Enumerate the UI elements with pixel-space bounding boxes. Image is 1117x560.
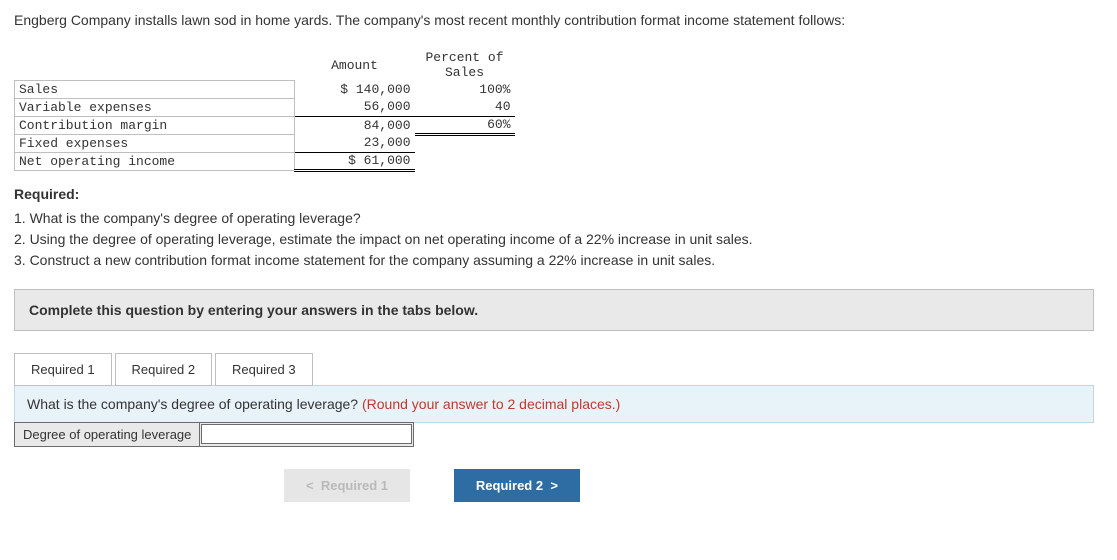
row-amount: $ 140,000 bbox=[295, 80, 415, 98]
col-header-amount: Amount bbox=[295, 50, 415, 80]
answer-row: Degree of operating leverage bbox=[14, 422, 414, 447]
row-amount: 56,000 bbox=[295, 98, 415, 116]
question-strip: What is the company's degree of operatin… bbox=[14, 385, 1094, 423]
table-row: Sales $ 140,000 100% bbox=[15, 80, 515, 98]
table-row: Contribution margin 84,000 60% bbox=[15, 116, 515, 134]
required-list: 1. What is the company's degree of opera… bbox=[14, 208, 1103, 271]
chevron-right-icon: > bbox=[550, 478, 558, 493]
row-percent bbox=[415, 152, 515, 170]
table-row: Variable expenses 56,000 40 bbox=[15, 98, 515, 116]
row-label-fixed: Fixed expenses bbox=[15, 134, 295, 152]
prev-label: Required 1 bbox=[321, 478, 388, 493]
tab-required-1[interactable]: Required 1 bbox=[14, 353, 112, 386]
table-row: Net operating income $ 61,000 bbox=[15, 152, 515, 170]
answer-label: Degree of operating leverage bbox=[15, 423, 200, 446]
row-label-cm: Contribution margin bbox=[15, 116, 295, 134]
intro-text: Engberg Company installs lawn sod in hom… bbox=[14, 12, 1103, 28]
row-amount: $ 61,000 bbox=[295, 152, 415, 170]
pager: < Required 1 Required 2 > bbox=[284, 469, 1103, 502]
required-item-2: 2. Using the degree of operating leverag… bbox=[14, 229, 1103, 250]
row-label-sales: Sales bbox=[15, 80, 295, 98]
required-item-1: 1. What is the company's degree of opera… bbox=[14, 208, 1103, 229]
prev-button[interactable]: < Required 1 bbox=[284, 469, 410, 502]
income-statement-table: Amount Percent of Sales Sales $ 140,000 … bbox=[14, 50, 515, 172]
row-label-varexp: Variable expenses bbox=[15, 98, 295, 116]
row-percent bbox=[415, 134, 515, 152]
next-button[interactable]: Required 2 > bbox=[454, 469, 580, 502]
tabs: Required 1 Required 2 Required 3 bbox=[14, 353, 1103, 386]
answer-input[interactable] bbox=[201, 424, 412, 444]
question-hint: (Round your answer to 2 decimal places.) bbox=[362, 396, 620, 412]
row-percent: 40 bbox=[415, 98, 515, 116]
required-item-3: 3. Construct a new contribution format i… bbox=[14, 250, 1103, 271]
row-amount: 23,000 bbox=[295, 134, 415, 152]
tab-required-2[interactable]: Required 2 bbox=[115, 353, 213, 386]
table-row: Fixed expenses 23,000 bbox=[15, 134, 515, 152]
row-percent: 100% bbox=[415, 80, 515, 98]
next-label: Required 2 bbox=[476, 478, 543, 493]
col-header-percent: Percent of Sales bbox=[415, 50, 515, 80]
chevron-left-icon: < bbox=[306, 478, 314, 493]
tab-required-3[interactable]: Required 3 bbox=[215, 353, 313, 386]
required-heading: Required: bbox=[14, 186, 1103, 202]
instruction-note: Complete this question by entering your … bbox=[14, 289, 1094, 331]
row-amount: 84,000 bbox=[295, 116, 415, 134]
question-text: What is the company's degree of operatin… bbox=[27, 396, 362, 412]
row-percent: 60% bbox=[415, 116, 515, 134]
row-label-noi: Net operating income bbox=[15, 152, 295, 170]
